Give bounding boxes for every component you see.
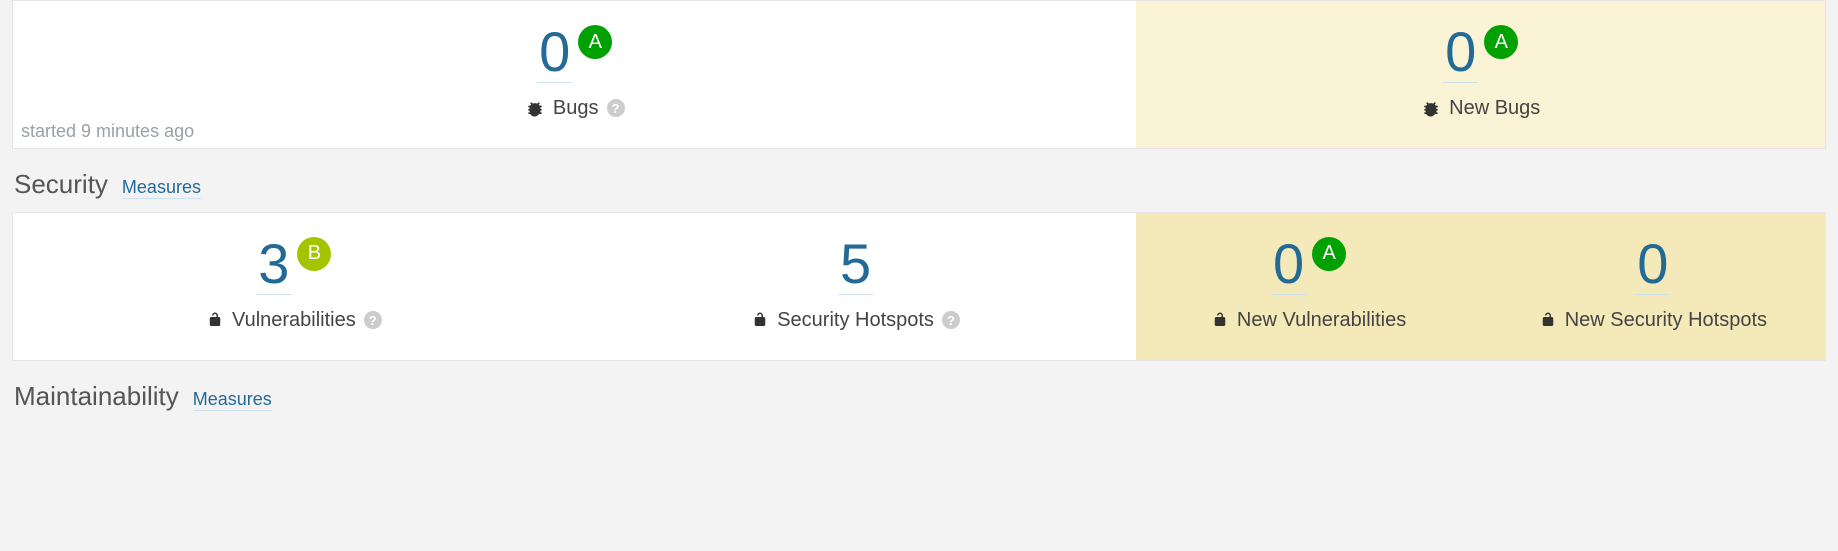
bug-icon [525,97,545,120]
leak-period-note: started 9 minutes ago [21,121,194,142]
new-vulnerabilities-value[interactable]: 0 [1271,235,1306,295]
security-measures-link[interactable]: Measures [122,177,201,199]
new-hotspots-cell: 0 New Security Hotspots [1481,213,1825,360]
new-bugs-cell: 0 A New Bugs [1136,1,1825,148]
unlock-icon [1211,309,1229,332]
hotspots-label: Security Hotspots [777,309,934,332]
bugs-value[interactable]: 0 [537,23,572,83]
hotspots-help-icon[interactable]: ? [942,311,960,329]
new-hotspots-label: New Security Hotspots [1565,309,1767,332]
vulnerabilities-value[interactable]: 3 [256,235,291,295]
security-header: Security Measures [0,149,1838,212]
new-vulnerabilities-cell: 0 A New Vulnerabilities [1136,213,1480,360]
reliability-new: 0 A New Bugs [1136,1,1825,148]
security-new: 0 A New Vulnerabilities 0 [1136,213,1825,360]
unlock-icon [751,309,769,332]
maintainability-title: Maintainability [14,381,179,412]
security-card: 3 B Vulnerabilities ? 5 [12,212,1826,361]
vulnerabilities-rating-badge: B [297,237,331,271]
unlock-icon [206,309,224,332]
new-vulnerabilities-rating-badge: A [1312,237,1346,271]
new-bugs-label: New Bugs [1449,97,1540,120]
maintainability-header: Maintainability Measures [0,361,1838,424]
bug-icon [1421,97,1441,120]
hotspots-value[interactable]: 5 [838,235,873,295]
new-hotspots-value[interactable]: 0 [1635,235,1670,295]
security-title: Security [14,169,108,200]
maintainability-measures-link[interactable]: Measures [193,389,272,411]
new-vulnerabilities-label: New Vulnerabilities [1237,309,1406,332]
bugs-help-icon[interactable]: ? [607,99,625,117]
bugs-label: Bugs [553,97,599,120]
vulnerabilities-help-icon[interactable]: ? [364,311,382,329]
reliability-card: 0 A Bugs ? 0 A [12,0,1826,149]
unlock-icon [1539,309,1557,332]
new-bugs-value[interactable]: 0 [1443,23,1478,83]
vulnerabilities-label: Vulnerabilities [232,309,356,332]
vulnerabilities-cell: 3 B Vulnerabilities ? [13,213,575,360]
hotspots-cell: 5 Security Hotspots ? [575,213,1137,360]
bugs-rating-badge: A [578,25,612,59]
new-bugs-rating-badge: A [1484,25,1518,59]
security-overall: 3 B Vulnerabilities ? 5 [13,213,1136,360]
